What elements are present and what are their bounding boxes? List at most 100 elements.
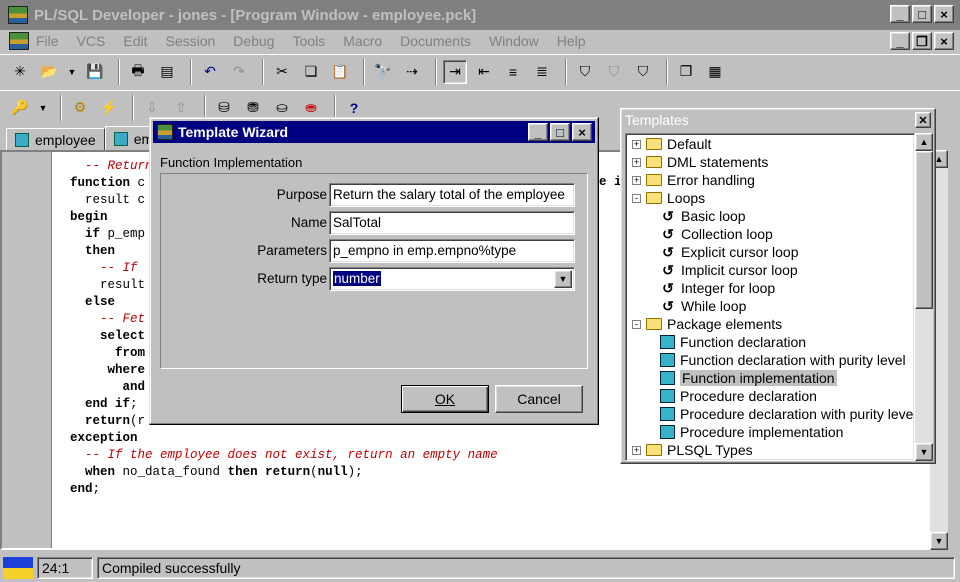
folder-icon [646, 174, 662, 186]
explain-plan-icon[interactable]: ⛂ [299, 96, 323, 120]
help-icon[interactable]: ? [342, 96, 366, 120]
dropdown-arrow-icon[interactable]: ▼ [37, 96, 49, 120]
template-item[interactable]: ↺ Collection loop [660, 225, 773, 243]
cancel-button[interactable]: Cancel [495, 385, 583, 413]
breakpoint-off-icon[interactable]: ⛉ [602, 60, 626, 84]
name-field[interactable]: SalTotal [329, 211, 575, 235]
package-element-icon [660, 335, 675, 349]
parameters-field[interactable]: p_empno in emp.empno%type [329, 239, 575, 263]
sql-window-icon[interactable]: ⛃ [241, 96, 265, 120]
chevron-down-icon[interactable]: ▼ [554, 270, 572, 288]
command-window-icon[interactable]: ⛀ [270, 96, 294, 120]
indent-icon[interactable]: ⇥ [443, 59, 467, 84]
ok-button[interactable]: OK [401, 385, 489, 413]
template-item[interactable]: + Default [632, 135, 711, 153]
dialog-minimize-button[interactable]: _ [528, 123, 548, 141]
expand-icon[interactable]: + [632, 175, 641, 185]
print-preview-icon[interactable]: ▤ [155, 60, 179, 84]
menu-help[interactable]: Help [557, 33, 586, 49]
maximize-button[interactable]: □ [912, 5, 932, 23]
close-button[interactable]: × [934, 5, 954, 23]
unindent-icon[interactable]: ⇤ [472, 60, 496, 84]
templates-scrollbar[interactable]: ▲ ▼ [915, 133, 933, 461]
break-icon[interactable]: ⚡ [97, 96, 121, 120]
menu-vcs[interactable]: VCS [77, 33, 106, 49]
undo-icon[interactable]: ↶ [198, 60, 222, 84]
template-item-label: Procedure declaration [680, 388, 817, 404]
execute-icon[interactable]: ⚙ [68, 96, 92, 120]
template-item[interactable]: - Loops [632, 189, 705, 207]
key-icon[interactable]: 🔑 [8, 96, 32, 120]
templates-close-button[interactable]: ✕ [915, 112, 931, 128]
scroll-down-arrow-icon[interactable]: ▼ [915, 443, 933, 461]
template-item-label: Error handling [667, 172, 755, 188]
collapse-icon[interactable]: - [632, 319, 641, 329]
menu-macro[interactable]: Macro [343, 33, 382, 49]
copy-icon[interactable]: ❏ [299, 60, 323, 84]
collapse-icon[interactable]: - [632, 193, 641, 203]
main-title-bar: PL/SQL Developer - jones - [Program Wind… [0, 0, 960, 30]
breakpoint-list-icon[interactable]: ⛉ [631, 60, 655, 84]
doc-restore-button[interactable]: ❐ [912, 32, 932, 50]
template-item[interactable]: ↺ While loop [660, 297, 746, 315]
save-icon[interactable]: 💾 [83, 60, 107, 84]
document-icon[interactable] [9, 32, 29, 50]
expand-icon[interactable]: + [632, 157, 641, 167]
tab-employee[interactable]: employee [6, 128, 105, 152]
template-item[interactable]: Procedure implementation [660, 423, 843, 441]
dialog-maximize-button[interactable]: □ [550, 123, 570, 141]
dropdown-arrow-icon[interactable]: ▼ [66, 60, 78, 84]
template-item-label: Default [667, 136, 712, 152]
comment-icon[interactable]: ≡ [501, 60, 525, 84]
menu-window[interactable]: Window [489, 33, 539, 49]
menu-file[interactable]: File [36, 33, 59, 49]
expand-icon[interactable]: + [632, 139, 641, 149]
template-item[interactable]: ↺ Integer for loop [660, 279, 775, 297]
cascade-windows-icon[interactable]: ❐ [674, 60, 698, 84]
replace-icon[interactable]: ⇢ [400, 60, 424, 84]
redo-icon[interactable]: ↷ [227, 60, 251, 84]
expand-icon[interactable]: + [632, 445, 641, 455]
breakpoint-icon[interactable]: ⛉ [573, 60, 597, 84]
template-item[interactable]: Function declaration with purity level [660, 351, 906, 369]
session-icon[interactable]: ⛁ [212, 96, 236, 120]
paste-icon[interactable]: 📋 [328, 60, 352, 84]
minimize-button[interactable]: _ [890, 5, 910, 23]
toolbar-separator [262, 58, 264, 85]
return-type-select[interactable]: number ▼ [329, 267, 575, 291]
template-item[interactable]: - Package elements [632, 315, 782, 333]
template-item[interactable]: + Error handling [632, 171, 755, 189]
template-item[interactable]: ↺ Explicit cursor loop [660, 243, 798, 261]
template-item[interactable]: ↺ Implicit cursor loop [660, 261, 798, 279]
scroll-up-arrow-icon[interactable]: ▲ [915, 133, 933, 151]
dialog-close-button[interactable]: × [572, 123, 592, 141]
print-icon[interactable]: 🖶 [126, 60, 150, 84]
tile-windows-icon[interactable]: ▦ [703, 60, 727, 84]
commit-icon[interactable]: ⇩ [140, 96, 164, 120]
template-item[interactable]: + PLSQL Types [632, 441, 753, 459]
template-item[interactable]: Function declaration [660, 333, 806, 351]
menu-session[interactable]: Session [165, 33, 215, 49]
purpose-field[interactable]: Return the salary total of the employee [329, 183, 575, 207]
doc-minimize-button[interactable]: _ [890, 32, 910, 50]
menu-debug[interactable]: Debug [233, 33, 274, 49]
loop-icon: ↺ [662, 243, 674, 260]
scrollbar-thumb[interactable] [915, 151, 933, 309]
template-item[interactable]: + DML statements [632, 153, 768, 171]
doc-close-button[interactable]: × [934, 32, 954, 50]
template-item[interactable]: ↺ Basic loop [660, 207, 745, 225]
cut-icon[interactable]: ✂ [270, 60, 294, 84]
uncomment-icon[interactable]: ≣ [530, 60, 554, 84]
new-icon[interactable]: ✳ [8, 60, 32, 84]
template-item[interactable]: Function implementation [660, 369, 837, 387]
menu-tools[interactable]: Tools [293, 33, 326, 49]
scroll-down-arrow-icon[interactable]: ▼ [930, 532, 948, 550]
template-item[interactable]: Procedure declaration [660, 387, 817, 405]
rollback-icon[interactable]: ⇧ [169, 96, 193, 120]
menu-documents[interactable]: Documents [400, 33, 471, 49]
open-folder-icon[interactable]: 📂 [37, 60, 61, 84]
template-item-label: Integer for loop [681, 280, 776, 296]
menu-edit[interactable]: Edit [123, 33, 147, 49]
find-icon[interactable]: 🔭 [371, 60, 395, 84]
template-item[interactable]: Procedure declaration with purity level [660, 405, 914, 423]
